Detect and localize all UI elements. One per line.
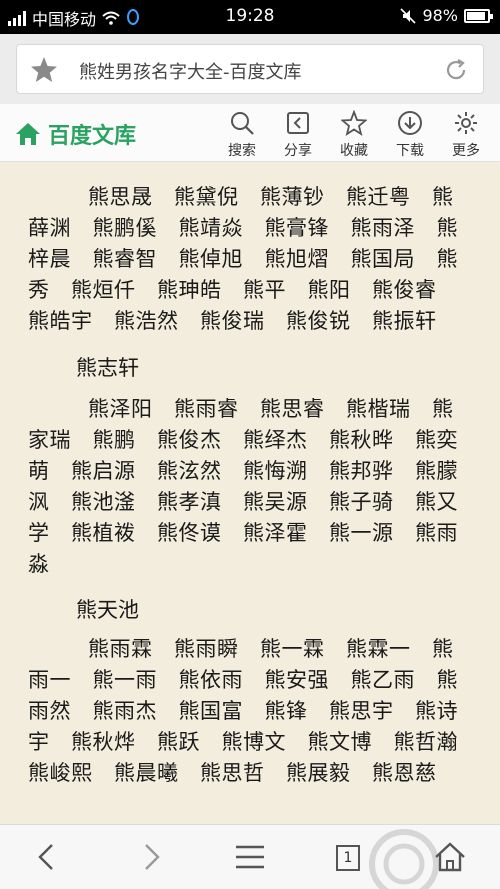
more-label: 更多 bbox=[452, 143, 480, 159]
tabs-icon: 1 bbox=[336, 845, 360, 871]
share-button[interactable]: 分享 bbox=[270, 110, 326, 160]
favorite-button[interactable]: 收藏 bbox=[326, 110, 382, 160]
section-heading-1: 熊志轩 bbox=[76, 356, 139, 380]
brand-name: 百度文库 bbox=[48, 124, 137, 149]
site-header: 百度文库 搜索 分享 收藏 下载 更多 bbox=[0, 104, 500, 162]
name-paragraph-2: 熊泽阳 熊雨睿 熊思睿 熊楷瑞 熊家瑞 熊鹏 熊俊杰 熊绎杰 熊秋晔 熊奕萌 熊… bbox=[28, 397, 458, 576]
status-right: 98% bbox=[400, 6, 493, 25]
name-paragraph-3: 熊雨霖 熊雨瞬 熊一霖 熊霖一 熊雨一 熊一雨 熊依雨 熊安强 熊乙雨 熊雨然 … bbox=[28, 637, 480, 785]
status-bar: 中国移动 19:28 98% bbox=[0, 0, 500, 34]
search-label: 搜索 bbox=[228, 143, 256, 159]
download-button[interactable]: 下载 bbox=[382, 110, 438, 160]
home-icon bbox=[16, 123, 40, 145]
search-button[interactable]: 搜索 bbox=[214, 110, 270, 160]
name-paragraph-1: 熊思晟 熊黛倪 熊薄钞 熊迁粤 熊薛渊 熊鹏傒 熊靖焱 熊膏锋 熊雨泽 熊梓晨 … bbox=[28, 185, 458, 333]
forward-icon bbox=[145, 844, 160, 870]
battery-icon bbox=[464, 8, 493, 23]
mute-icon bbox=[400, 7, 417, 24]
star-icon bbox=[341, 110, 367, 136]
back-button[interactable] bbox=[28, 837, 68, 877]
battery-percent: 98% bbox=[422, 6, 458, 25]
address-bar[interactable]: 熊姓男孩名字大全-百度文库 bbox=[16, 44, 484, 94]
share-icon bbox=[287, 112, 309, 134]
forward-button[interactable] bbox=[130, 837, 170, 877]
bottom-nav: 1 bbox=[0, 824, 500, 889]
gear-icon bbox=[455, 112, 477, 134]
back-icon bbox=[38, 844, 53, 870]
document-content[interactable]: 熊思晟 熊黛倪 熊薄钞 熊迁粤 熊薛渊 熊鹏傒 熊靖焱 熊膏锋 熊雨泽 熊梓晨 … bbox=[0, 162, 500, 824]
home-icon bbox=[435, 842, 465, 872]
download-label: 下载 bbox=[396, 143, 424, 159]
page-title: 熊姓男孩名字大全-百度文库 bbox=[79, 62, 302, 83]
address-bar-area: 熊姓男孩名字大全-百度文库 bbox=[0, 34, 500, 104]
section-heading-2: 熊天池 bbox=[76, 598, 139, 622]
refresh-icon[interactable] bbox=[443, 57, 469, 83]
brand-logo[interactable]: 百度文库 bbox=[14, 118, 136, 150]
menu-icon bbox=[236, 845, 264, 869]
more-button[interactable]: 更多 bbox=[438, 110, 494, 160]
home-button[interactable] bbox=[430, 837, 470, 877]
toolbar: 搜索 分享 收藏 下载 更多 bbox=[214, 110, 494, 160]
star-icon[interactable] bbox=[29, 55, 59, 85]
favorite-label: 收藏 bbox=[340, 143, 368, 159]
search-icon bbox=[231, 112, 254, 135]
tabs-button[interactable]: 1 bbox=[330, 837, 370, 877]
share-label: 分享 bbox=[284, 143, 312, 159]
menu-button[interactable] bbox=[230, 837, 270, 877]
download-icon bbox=[398, 111, 422, 135]
